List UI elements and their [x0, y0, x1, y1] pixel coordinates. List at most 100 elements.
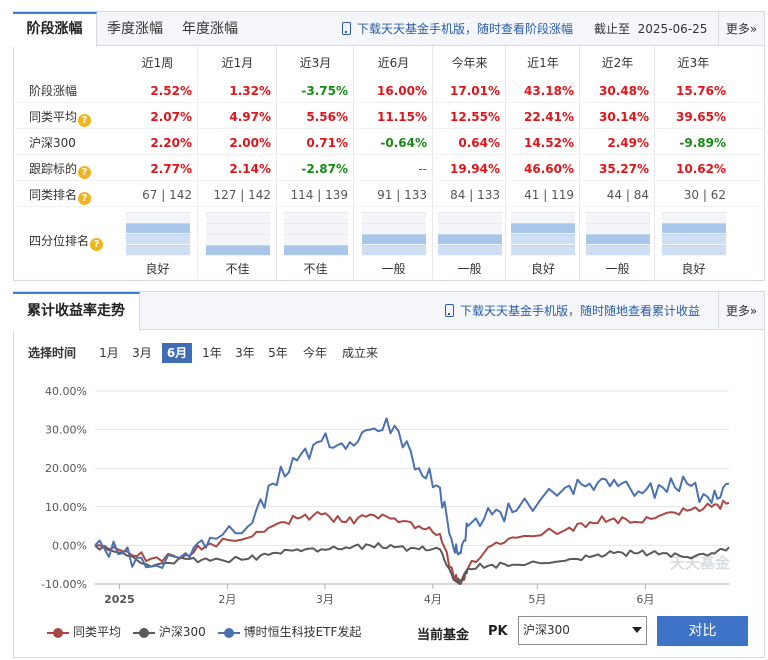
- legend-item-hs300[interactable]: 沪深300: [132, 625, 206, 639]
- quartile-text: 良好: [530, 262, 555, 276]
- period-header: 近1月: [221, 56, 254, 70]
- quartile-bar: [361, 212, 426, 256]
- table-cell: 2.49%: [607, 136, 649, 150]
- table-cell: 11.15%: [377, 110, 427, 124]
- table-cell: 2.07%: [150, 110, 192, 124]
- table-cell: 84 | 133: [450, 188, 500, 202]
- tab-stage-returns[interactable]: 阶段涨幅: [13, 12, 97, 47]
- chart-legend: 同类平均 沪深300 博时恒生科技ETF发起: [47, 624, 361, 640]
- table-cell: --: [418, 162, 427, 176]
- table-cell: 2.20%: [150, 136, 192, 150]
- legend-item-fund[interactable]: 博时恒生科技ETF发起: [217, 625, 362, 639]
- table-cell: 43.18%: [524, 84, 574, 98]
- quartile-text: 良好: [145, 262, 170, 276]
- quartile-bar: [661, 212, 726, 256]
- quartile-segment: [205, 223, 270, 233]
- quartile-segment: [283, 234, 348, 244]
- range-option[interactable]: 3月: [129, 343, 155, 363]
- performance-table: 近1周 近1月 近3月 近6月 今年来 近1年 近2年 近3年 阶段涨幅 2.52% 1.32% -3…: [13, 46, 765, 281]
- compare-button[interactable]: 对比: [657, 616, 748, 646]
- quartile-segment: [125, 245, 190, 255]
- quartile-segment: [511, 212, 575, 222]
- range-option[interactable]: 1月: [96, 343, 122, 363]
- chevron-down-icon: [632, 627, 642, 633]
- table-cell: -3.75%: [301, 84, 348, 98]
- quartile-segment: [361, 234, 426, 244]
- table-cell: 1.32%: [229, 84, 271, 98]
- legend-item-avg[interactable]: 同类平均: [47, 625, 121, 639]
- row-label-text: 沪深300: [29, 136, 76, 150]
- table-cell: 14.52%: [524, 136, 574, 150]
- table-cell: 2.00%: [229, 136, 271, 150]
- quartile-segment: [437, 245, 502, 255]
- table-cell: 22.41%: [524, 110, 574, 124]
- download-text: 下载天天基金手机版，随时查看阶段涨幅: [357, 22, 574, 36]
- quartile-bar: [437, 212, 502, 256]
- help-icon[interactable]: ?: [90, 238, 104, 251]
- table-cell: 2.14%: [229, 162, 271, 176]
- download-app-link-2[interactable]: 下载天天基金手机版，随时随地查看累计收益: [445, 292, 700, 330]
- more-link-2[interactable]: 更多»: [718, 292, 764, 330]
- period-header: 近1周: [141, 56, 174, 70]
- row-label: 沪深300: [29, 132, 76, 154]
- row-divider: [13, 206, 765, 207]
- compare-select-value: 沪深300: [523, 623, 570, 637]
- download-app-link[interactable]: 下载天天基金手机版，随时查看阶段涨幅: [342, 12, 573, 46]
- range-option[interactable]: 3年: [232, 343, 258, 363]
- quartile-segment: [585, 245, 650, 255]
- phone-icon: [342, 22, 351, 35]
- legend-label-fund: 博时恒生科技ETF发起: [243, 625, 362, 639]
- quartile-segment: [437, 234, 502, 244]
- period-header: 近1年: [527, 56, 559, 70]
- table-cell: 19.94%: [450, 162, 500, 176]
- more-link[interactable]: 更多»: [718, 12, 764, 46]
- row-label: 同类排名?: [29, 184, 92, 206]
- row-divider: [13, 180, 765, 181]
- table-cell: 16.00%: [377, 84, 427, 98]
- quartile-segment: [361, 223, 426, 233]
- range-option[interactable]: 1年: [199, 343, 225, 363]
- help-icon[interactable]: ?: [78, 114, 92, 127]
- table-cell: 0.64%: [458, 136, 500, 150]
- phone-icon: [445, 304, 454, 317]
- table-cell: 127 | 142: [213, 188, 271, 202]
- row-divider: [13, 128, 765, 129]
- table-cell: 10.62%: [676, 162, 726, 176]
- help-icon[interactable]: ?: [78, 166, 92, 179]
- range-option[interactable]: 6月: [162, 343, 192, 363]
- range-option[interactable]: 5年: [265, 343, 291, 363]
- quartile-segment: [511, 234, 575, 244]
- chart-header: 累计收益率走势 下载天天基金手机版，随时随地查看累计收益 更多»: [13, 292, 764, 331]
- help-icon[interactable]: ?: [78, 192, 92, 205]
- table-cell: 4.97%: [229, 110, 271, 124]
- period-header: 近2年: [601, 56, 634, 70]
- tab-quarter-returns[interactable]: 季度涨幅: [107, 12, 163, 46]
- quartile-text: 良好: [681, 262, 706, 276]
- quartile-text: 一般: [457, 262, 482, 276]
- quartile-segment: [205, 245, 270, 255]
- legend-label-hs300: 沪深300: [158, 625, 206, 639]
- tab-cumulative-returns[interactable]: 累计收益率走势: [13, 292, 140, 331]
- table-cell: 2.52%: [150, 84, 192, 98]
- quartile-segment: [511, 223, 575, 233]
- quartile-bar: [283, 212, 348, 256]
- table-cell: 30.48%: [599, 84, 649, 98]
- range-option[interactable]: 今年: [298, 343, 332, 363]
- table-cell: 41 | 119: [524, 188, 574, 202]
- row-label: 阶段涨幅: [29, 80, 77, 102]
- quartile-segment: [437, 212, 502, 222]
- range-option[interactable]: 成立来: [338, 343, 382, 363]
- quartile-segment: [511, 245, 575, 255]
- row-label-text: 同类排名: [29, 188, 78, 202]
- quartile-bar: [125, 212, 190, 256]
- table-cell: 114 | 139: [290, 188, 348, 202]
- table-cell: -0.64%: [380, 136, 427, 150]
- tab-year-returns[interactable]: 年度涨幅: [182, 12, 238, 46]
- compare-select[interactable]: 沪深300: [518, 616, 647, 645]
- quartile-segment: [125, 234, 190, 244]
- blue-line-marker-icon: [217, 627, 240, 638]
- table-cell: 46.60%: [524, 162, 574, 176]
- quartile-segment: [125, 212, 190, 222]
- quartile-text: 一般: [381, 262, 406, 276]
- quartile-text: 一般: [605, 262, 630, 276]
